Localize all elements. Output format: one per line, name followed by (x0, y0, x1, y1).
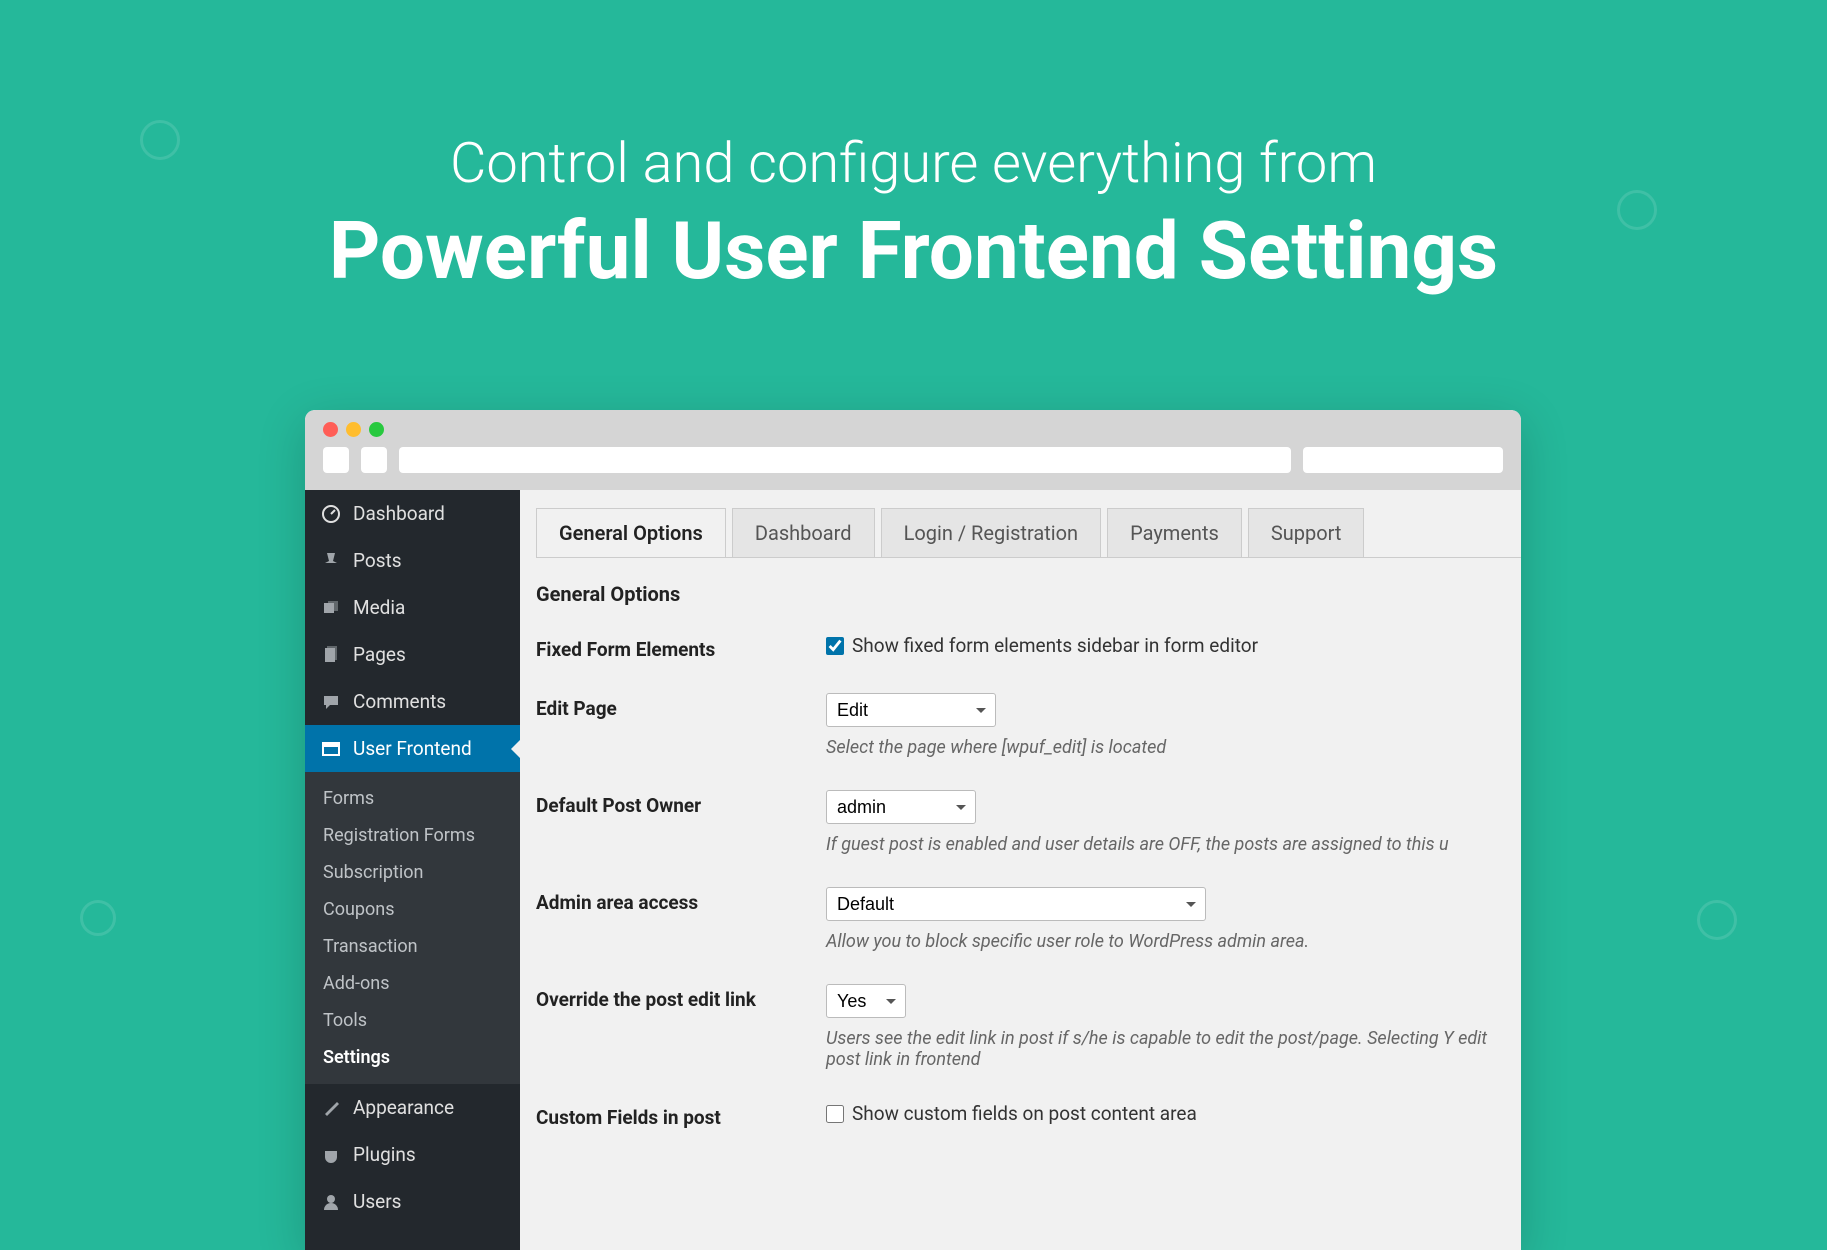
headline-title: Powerful User Frontend Settings (0, 204, 1827, 298)
field-label: Edit Page (536, 693, 826, 720)
help-text: If guest post is enabled and user detail… (826, 834, 1505, 855)
field-default-post-owner: Default Post Owner admin If guest post i… (520, 774, 1521, 871)
sidebar-item-label: Comments (353, 690, 446, 713)
sidebar-sub-forms[interactable]: Forms (305, 780, 520, 817)
field-label: Override the post edit link (536, 984, 826, 1011)
field-label: Default Post Owner (536, 790, 826, 817)
nav-forward-button[interactable] (361, 447, 387, 473)
search-field[interactable] (1303, 447, 1503, 473)
checkbox-label[interactable]: Show custom fields on post content area (826, 1102, 1505, 1125)
sidebar-item-label: User Frontend (353, 737, 472, 760)
sidebar-item-label: Pages (353, 643, 406, 666)
sidebar-item-label: Plugins (353, 1143, 416, 1166)
override-edit-select[interactable]: Yes (826, 984, 906, 1018)
sidebar-item-media[interactable]: Media (305, 584, 520, 631)
sidebar-item-users[interactable]: Users (305, 1178, 520, 1225)
sidebar-item-user-frontend[interactable]: User Frontend (305, 725, 520, 772)
section-title: General Options (520, 558, 1521, 618)
tab-login-registration[interactable]: Login / Registration (881, 508, 1102, 557)
sidebar-item-label: Appearance (353, 1096, 454, 1119)
pages-icon (321, 645, 341, 665)
frontend-icon (321, 739, 341, 759)
plug-icon (321, 1145, 341, 1165)
main-content: General Options Dashboard Login / Regist… (520, 490, 1521, 1250)
browser-titlebar (305, 410, 1521, 490)
sidebar-item-posts[interactable]: Posts (305, 537, 520, 584)
sidebar-sub-subscription[interactable]: Subscription (305, 854, 520, 891)
help-text: Allow you to block specific user role to… (826, 931, 1505, 952)
field-admin-area-access: Admin area access Default Allow you to b… (520, 871, 1521, 968)
window-minimize-icon[interactable] (346, 422, 361, 437)
brush-icon (321, 1098, 341, 1118)
headline-subtitle: Control and configure everything from (0, 130, 1827, 196)
sidebar-item-plugins[interactable]: Plugins (305, 1131, 520, 1178)
custom-fields-checkbox[interactable] (826, 1105, 844, 1123)
sidebar-item-label: Dashboard (353, 502, 445, 525)
address-bar[interactable] (399, 447, 1291, 473)
window-maximize-icon[interactable] (369, 422, 384, 437)
field-custom-fields: Custom Fields in post Show custom fields… (520, 1086, 1521, 1145)
admin-sidebar: Dashboard Posts Media Pages Comments Use… (305, 490, 520, 1250)
field-override-edit-link: Override the post edit link Yes Users se… (520, 968, 1521, 1086)
default-owner-select[interactable]: admin (826, 790, 976, 824)
tab-dashboard[interactable]: Dashboard (732, 508, 875, 557)
dashboard-icon (321, 504, 341, 524)
sidebar-item-appearance[interactable]: Appearance (305, 1084, 520, 1131)
help-text: Select the page where [wpuf_edit] is loc… (826, 737, 1505, 758)
tab-general-options[interactable]: General Options (536, 508, 726, 557)
sidebar-submenu: Forms Registration Forms Subscription Co… (305, 772, 520, 1084)
page-headline: Control and configure everything from Po… (0, 0, 1827, 298)
tab-payments[interactable]: Payments (1107, 508, 1242, 557)
media-icon (321, 598, 341, 618)
fixed-form-checkbox[interactable] (826, 637, 844, 655)
sidebar-sub-addons[interactable]: Add-ons (305, 965, 520, 1002)
help-text: Users see the edit link in post if s/he … (826, 1028, 1505, 1070)
sidebar-item-label: Posts (353, 549, 402, 572)
field-label: Admin area access (536, 887, 826, 914)
field-label: Fixed Form Elements (536, 634, 826, 661)
sidebar-item-label: Users (353, 1190, 401, 1213)
sidebar-item-comments[interactable]: Comments (305, 678, 520, 725)
sidebar-item-label: Media (353, 596, 405, 619)
comment-icon (321, 692, 341, 712)
pin-icon (321, 551, 341, 571)
checkbox-label[interactable]: Show fixed form elements sidebar in form… (826, 634, 1505, 657)
user-icon (321, 1192, 341, 1212)
admin-access-select[interactable]: Default (826, 887, 1206, 921)
window-close-icon[interactable] (323, 422, 338, 437)
sidebar-item-pages[interactable]: Pages (305, 631, 520, 678)
sidebar-sub-transaction[interactable]: Transaction (305, 928, 520, 965)
settings-tabs: General Options Dashboard Login / Regist… (536, 508, 1521, 558)
sidebar-item-dashboard[interactable]: Dashboard (305, 490, 520, 537)
field-edit-page: Edit Page Edit Select the page where [wp… (520, 677, 1521, 774)
sidebar-sub-registration-forms[interactable]: Registration Forms (305, 817, 520, 854)
field-fixed-form-elements: Fixed Form Elements Show fixed form elem… (520, 618, 1521, 677)
sidebar-sub-coupons[interactable]: Coupons (305, 891, 520, 928)
field-label: Custom Fields in post (536, 1102, 826, 1129)
sidebar-sub-settings[interactable]: Settings (305, 1039, 520, 1076)
sidebar-sub-tools[interactable]: Tools (305, 1002, 520, 1039)
nav-back-button[interactable] (323, 447, 349, 473)
edit-page-select[interactable]: Edit (826, 693, 996, 727)
browser-window: Dashboard Posts Media Pages Comments Use… (305, 410, 1521, 1250)
tab-support[interactable]: Support (1248, 508, 1365, 557)
